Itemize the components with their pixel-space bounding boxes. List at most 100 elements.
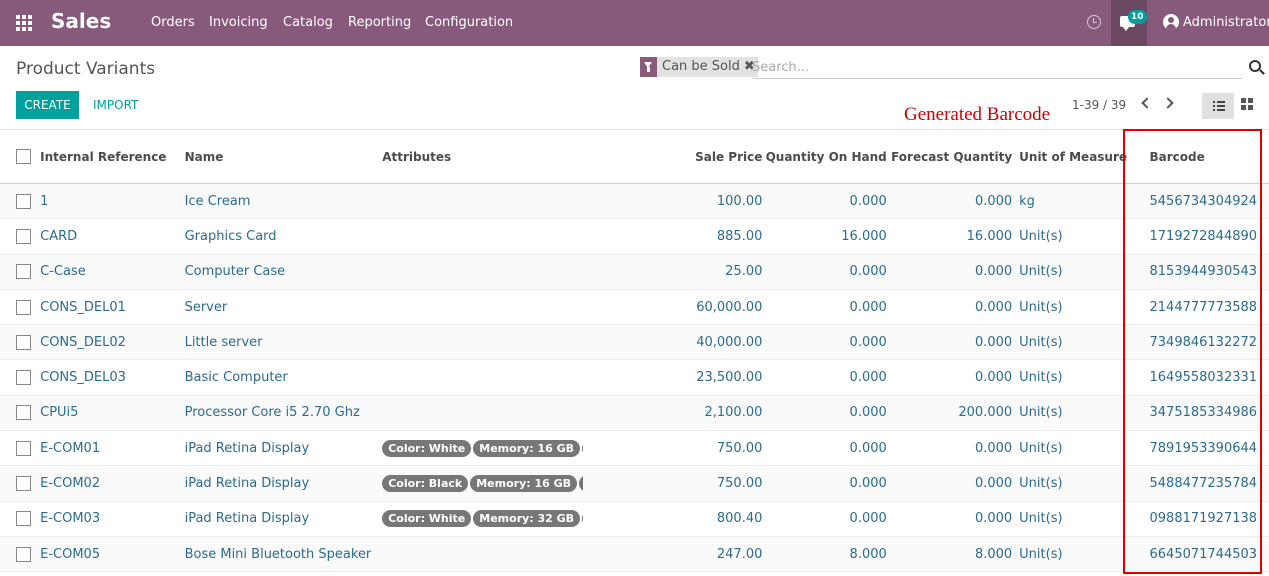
cell-unit-of-measure: Unit(s) [1019,405,1063,421]
cell-forecast-quantity: 0.000 [974,334,1013,350]
row-checkbox[interactable] [16,476,31,492]
column-forecast-quantity[interactable]: Forecast Quantity [887,130,1012,184]
cell-barcode: 7891953390644 [1149,440,1258,456]
cell-forecast-quantity: 8.000 [974,546,1013,562]
cell-attributes [382,289,583,324]
table-row[interactable]: CONS_DEL01 Server 60,000.00 0.000 0.000 Unit(… [0,289,1269,325]
cell-quantity-on-hand: 16.000 [841,228,887,244]
list-view-button[interactable] [1202,93,1234,119]
row-checkbox[interactable] [16,264,31,280]
row-checkbox[interactable] [16,440,31,456]
row-checkbox[interactable] [16,193,31,209]
column-unit-of-measure[interactable]: Unit of Measure [1012,130,1128,184]
app-name: Sales [51,9,112,33]
table-row[interactable]: CONS_DEL02 Little server 40,000.00 0.000 0.0… [0,324,1269,360]
column-sale-price[interactable]: Sale Price [583,130,762,184]
attribute-tag: Memory: 16 GB [470,475,578,493]
cell-unit-of-measure: Unit(s) [1019,228,1063,244]
menu-invoicing[interactable]: Invoicing [209,15,268,30]
cell-quantity-on-hand: 0.000 [849,299,887,315]
table-row[interactable]: CONS_DEL03 Basic Computer 23,500.00 0.000 0.… [0,360,1269,396]
row-checkbox[interactable] [16,511,31,527]
page-title: Product Variants [16,59,156,79]
activity-clock-icon[interactable] [1087,15,1101,29]
cell-sale-price: 23,500.00 [696,370,763,386]
cell-barcode: 5456734304924 [1149,193,1258,209]
cell-sale-price: 885.00 [716,228,763,244]
row-checkbox[interactable] [16,228,31,244]
apps-grid-icon[interactable] [16,15,34,31]
table-row[interactable]: E-COM05 Bose Mini Bluetooth Speaker 247.00… [0,536,1269,572]
pager-value[interactable]: 1-39 / 39 [1072,98,1126,112]
menu-configuration[interactable]: Configuration [425,15,513,30]
cell-sale-price: 750.00 [716,440,763,456]
cell-attributes [382,219,583,254]
cell-name: Processor Core i5 2.70 Ghz [184,405,360,421]
row-checkbox[interactable] [16,546,31,562]
column-barcode[interactable]: Barcode [1129,130,1269,184]
row-checkbox[interactable] [16,299,31,315]
attribute-tag: Memory: 32 GB [473,510,581,528]
row-checkbox[interactable] [16,405,31,421]
cell-internal-reference: C-Case [40,264,86,280]
menu-reporting[interactable]: Reporting [348,15,411,30]
column-attributes[interactable]: Attributes [382,130,583,184]
create-button[interactable]: CREATE [16,91,79,119]
cell-internal-reference: 1 [40,193,49,209]
row-checkbox[interactable] [16,370,31,386]
import-button[interactable]: IMPORT [93,98,138,112]
table-row[interactable]: E-COM03 iPad Retina Display Color: White Me… [0,501,1269,537]
cell-sale-price: 60,000.00 [696,299,763,315]
cell-attributes [382,395,583,430]
cell-name: Ice Cream [184,193,251,209]
attribute-tag: Wi-Fi: 2.4 GHz [582,510,583,528]
table-row[interactable]: CARD Graphics Card 885.00 16.000 16.000 Unit(… [0,219,1269,255]
top-navbar: Sales Orders Invoicing Catalog Reporting… [0,0,1269,46]
table-row[interactable]: C-Case Computer Case 25.00 0.000 0.000 Unit(s… [0,254,1269,290]
chat-count-badge: 10 [1128,10,1147,24]
search-input[interactable] [752,57,1242,79]
barcode-annotation: Generated Barcode [904,104,1051,125]
cell-forecast-quantity: 200.000 [958,405,1013,421]
cell-name: iPad Retina Display [184,440,310,456]
cell-select [0,325,40,360]
cell-select [0,289,40,324]
cell-forecast-quantity: 0.000 [974,370,1013,386]
cell-barcode: 6645071744503 [1149,546,1258,562]
cell-internal-reference: E-COM01 [40,440,101,456]
cell-barcode: 0988171927138 [1149,511,1258,527]
cell-unit-of-measure: Unit(s) [1019,264,1063,280]
column-quantity-on-hand[interactable]: Quantity On Hand [762,130,887,184]
table-row[interactable]: E-COM02 iPad Retina Display Color: Black Me… [0,465,1269,502]
column-internal-reference[interactable]: Internal Reference [40,130,184,184]
cell-name: Little server [184,334,263,350]
user-menu[interactable]: Administrator [1183,15,1269,30]
user-avatar-icon[interactable] [1163,14,1179,30]
attribute-tag: Memory: 16 GB [473,439,581,457]
cell-barcode: 8153944930543 [1149,264,1258,280]
column-name[interactable]: Name [185,130,383,184]
cell-barcode: 2144777773588 [1149,299,1258,315]
table-row[interactable]: 1 Ice Cream 100.00 0.000 0.000 kg 545673430492… [0,183,1269,219]
messaging-button[interactable]: 10 [1111,0,1147,46]
cell-sale-price: 40,000.00 [696,334,763,350]
cell-select [0,466,40,501]
cell-unit-of-measure: kg [1019,193,1035,209]
row-checkbox[interactable] [16,334,31,350]
cell-unit-of-measure: Unit(s) [1019,476,1063,492]
table-row[interactable]: E-COM01 iPad Retina Display Color: White Me… [0,431,1269,466]
kanban-view-icon[interactable] [1241,98,1255,112]
search-icon[interactable] [1249,60,1261,72]
menu-orders[interactable]: Orders [151,15,195,30]
cell-barcode: 5488477235784 [1149,476,1258,492]
cell-unit-of-measure: Unit(s) [1019,440,1063,456]
cell-unit-of-measure: Unit(s) [1019,511,1063,527]
pager-previous-icon[interactable] [1141,97,1153,109]
select-all-checkbox[interactable] [16,149,31,164]
cell-select [0,360,40,395]
cell-attributes: Color: WhiteMemory: 32 GBWi-Fi: 2.4 GHz [382,501,583,536]
cell-name: Bose Mini Bluetooth Speaker [184,546,372,562]
pager-next-icon[interactable] [1162,97,1174,109]
table-row[interactable]: CPUi5 Processor Core i5 2.70 Ghz 2,100.00 0… [0,395,1269,431]
menu-catalog[interactable]: Catalog [283,15,333,30]
